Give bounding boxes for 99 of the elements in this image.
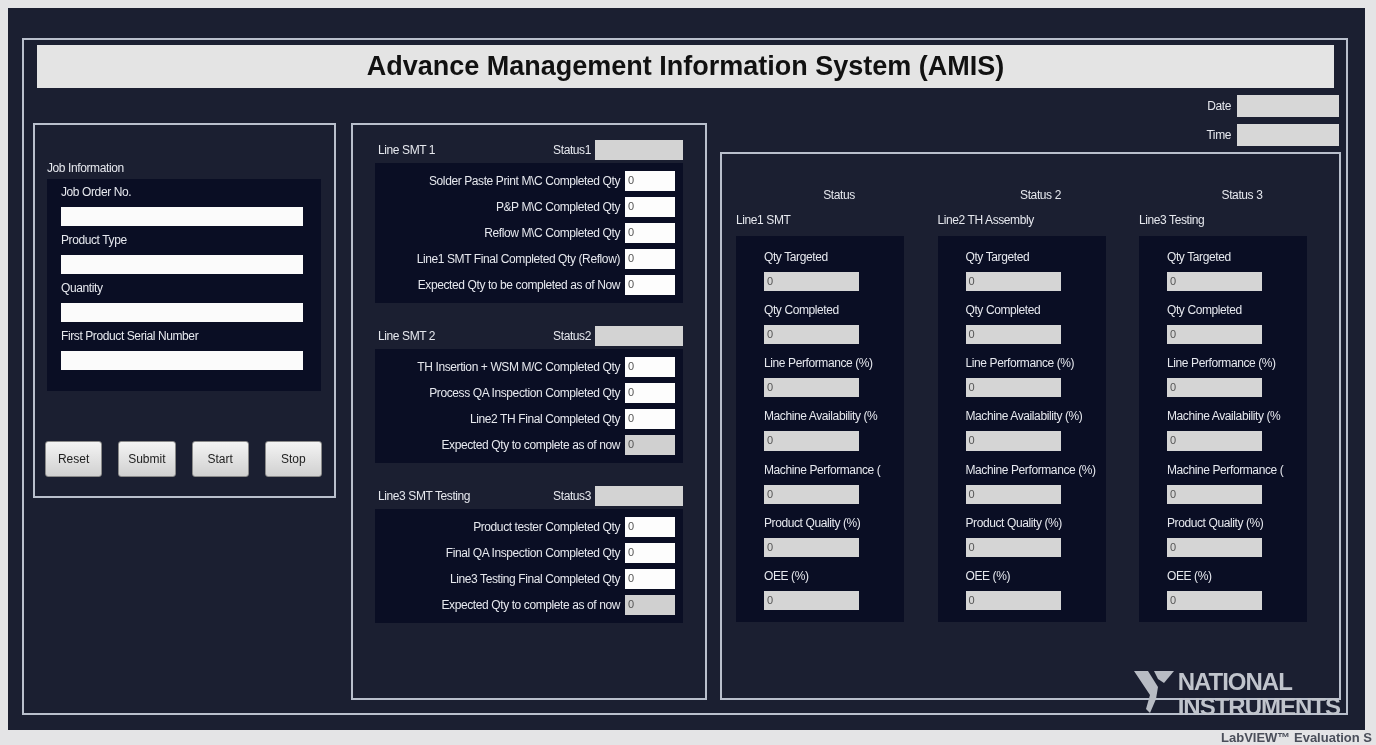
metric-label: Product Quality (%) [965,515,1063,530]
field-label: Process QA Inspection Completed Qty [429,386,620,400]
metric-field: 0 [764,431,859,451]
metric-field: 0 [1167,484,1262,504]
field-label: Job Order No. [61,185,133,199]
field-label: Product Type [61,233,128,247]
metric-label: Line Performance (%) [764,356,874,371]
field-label: Expected Qty to be completed as of Now [417,278,620,292]
metric-field: 0 [965,537,1061,557]
action-button[interactable]: Stop [264,441,322,477]
numeric-field[interactable]: 0 [625,517,675,537]
numeric-field[interactable]: 0 [625,409,675,429]
status-label: Status 2 [1020,188,1061,202]
metric-field: 0 [1167,272,1262,292]
input-field[interactable] [61,255,303,274]
metric-field: 0 [764,484,859,504]
metric-field: 0 [764,537,859,557]
metric-label: Machine Availability (%) [965,409,1084,424]
line-name: Line1 SMT [736,213,791,227]
metric-field: 0 [965,484,1061,504]
metric-field: 0 [1167,325,1262,345]
status-label: Status [823,188,855,202]
action-button[interactable]: Submit [118,441,176,477]
metric-field: 0 [1167,431,1262,451]
line-name: Line SMT 2 [378,329,436,343]
metric-label: Qty Targeted [965,250,1031,264]
metric-label: Line Performance (%) [1167,356,1277,371]
field-label: Line2 TH Final Completed Qty [470,412,620,426]
metric-label: OEE (%) [1167,568,1213,583]
metric-label: Machine Availability (% [1167,409,1282,424]
line-name: Line3 Testing [1139,213,1205,227]
app-title: Advance Management Information System (AMIS) [366,51,1005,82]
status-label: Status 3 [1221,188,1263,202]
metric-label: Qty Targeted [1167,250,1232,264]
field-label: Date [1207,99,1231,113]
metric-label: Qty Completed [965,303,1042,318]
metric-field: 0 [965,325,1061,345]
metric-label: Product Quality (%) [764,515,862,530]
numeric-field[interactable]: 0 [625,569,675,589]
field-label: Product tester Completed Qty [473,520,620,534]
field-label: Expected Qty to complete as of now [441,438,620,452]
numeric-field[interactable]: 0 [625,197,675,217]
metric-label: Machine Performance ( [764,462,882,477]
metric-label: Product Quality (%) [1167,515,1265,530]
metric-field: 0 [965,590,1061,610]
field-label: Solder Paste Print M\C Completed Qty [429,174,620,188]
section-label: Job Information [47,161,125,175]
numeric-field[interactable]: 0 [625,383,675,403]
field-label: First Product Serial Number [61,329,200,343]
numeric-field[interactable]: 0 [625,223,675,243]
brand-text: NATIONAL [1177,669,1294,694]
metric-field: 0 [1167,537,1262,557]
metric-label: Qty Completed [1167,303,1243,318]
input-field[interactable] [61,351,303,370]
metric-label: Machine Performance (%) [965,462,1097,477]
metric-field: 0 [965,272,1061,292]
metric-field: 0 [965,431,1061,451]
field-label: Expected Qty to complete as of now [441,598,620,612]
metric-field: 0 [764,590,859,610]
action-button[interactable]: Reset [45,441,103,477]
metric-field: 0 [1167,378,1262,398]
status-label: Status2 [553,329,591,343]
metric-label: Qty Completed [764,303,840,318]
input-field[interactable] [61,303,303,322]
numeric-field[interactable]: 0 [625,543,675,563]
numeric-field: 0 [625,435,675,455]
field-label: Line1 SMT Final Completed Qty (Reflow) [416,252,620,266]
field-label: P&P M\C Completed Qty [495,200,620,214]
evaluation-caption: LabVIEW™ Evaluation S [1221,730,1372,745]
action-button[interactable]: Start [191,441,249,477]
field-label: TH Insertion + WSM M/C Completed Qty [417,360,620,374]
metric-field: 0 [764,272,859,292]
brand-text: INSTRUMENTS [1177,694,1340,719]
metric-field: 0 [764,325,859,345]
field-label: Line3 Testing Final Completed Qty [450,572,620,586]
metric-field: 0 [764,378,859,398]
numeric-field[interactable]: 0 [625,275,675,295]
metric-label: Line Performance (%) [965,356,1076,371]
field-label: Final QA Inspection Completed Qty [445,546,620,560]
numeric-field: 0 [625,595,675,615]
line-name: Line3 SMT Testing [378,489,471,503]
metric-label: Qty Targeted [764,250,829,264]
metric-field: 0 [1167,590,1262,610]
line-name: Line2 TH Assembly [937,213,1034,227]
metric-label: OEE (%) [965,568,1012,583]
numeric-field[interactable]: 0 [625,357,675,377]
status-label: Status1 [553,143,591,157]
field-label: Quantity [61,281,104,295]
metric-label: Machine Performance ( [1167,462,1285,477]
line-name: Line SMT 1 [378,143,436,157]
numeric-field[interactable]: 0 [625,171,675,191]
status-label: Status3 [553,489,591,503]
numeric-field[interactable]: 0 [625,249,675,269]
field-label: Reflow M\C Completed Qty [484,226,620,240]
metric-label: Machine Availability (% [764,409,879,424]
metric-label: OEE (%) [764,568,810,583]
input-field[interactable] [61,207,303,226]
field-label: Time [1206,128,1231,142]
metric-field: 0 [965,378,1061,398]
